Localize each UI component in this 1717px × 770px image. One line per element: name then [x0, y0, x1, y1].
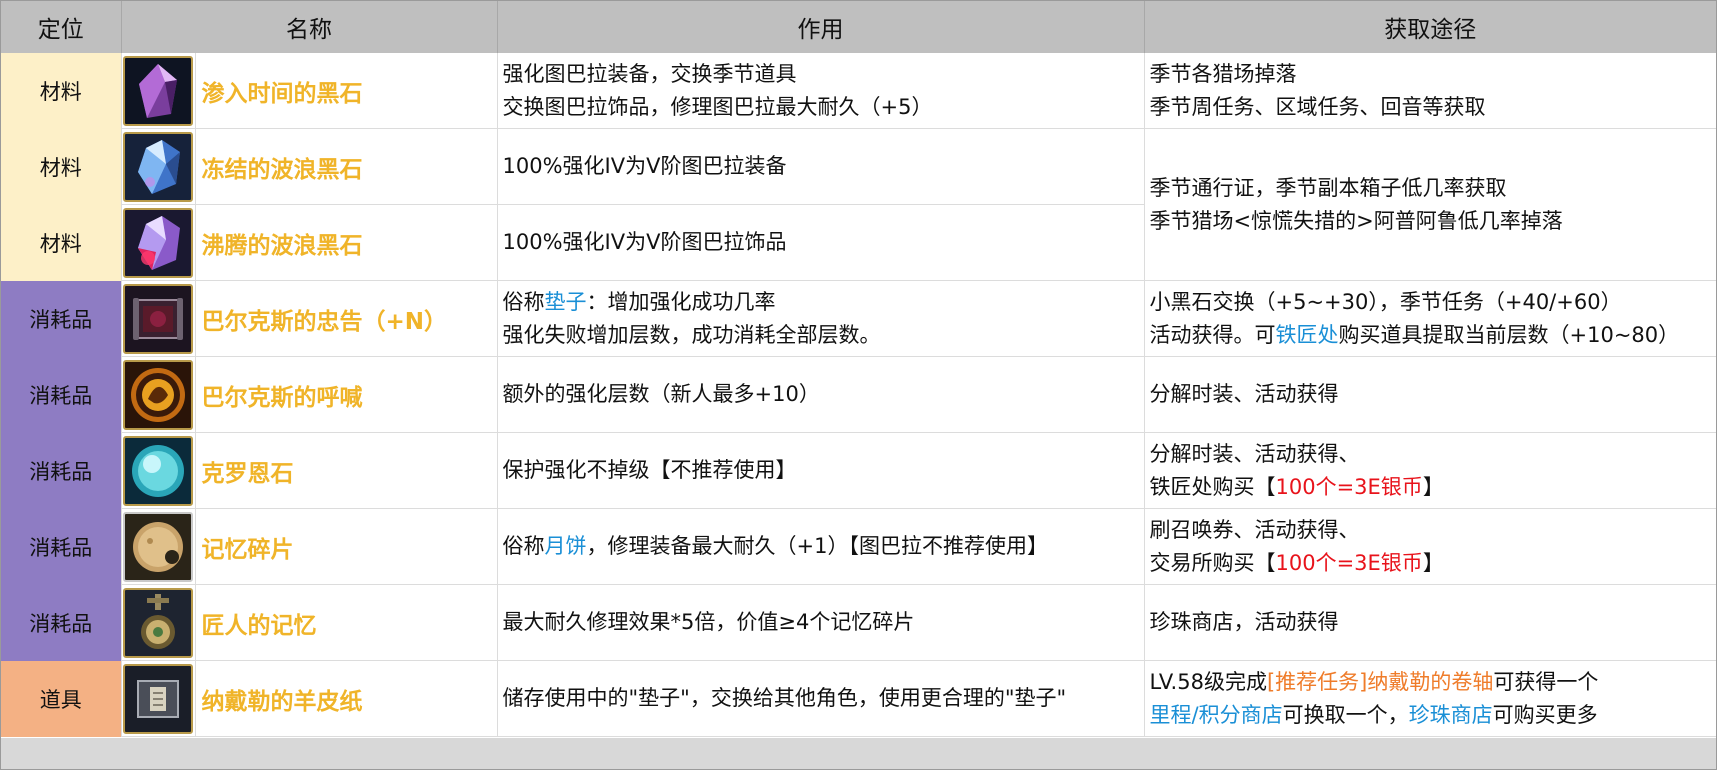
- type-cell: 材料: [1, 204, 122, 281]
- source-cell: 刷召唤券、活动获得、 交易所购买【100个=3E银币】: [1144, 508, 1716, 585]
- type-cell: 消耗品: [1, 356, 122, 433]
- item-name: 巴尔克斯的忠告（+N）: [195, 280, 498, 357]
- item-name: 匠人的记忆: [195, 584, 498, 661]
- fire-orb-icon: [123, 359, 193, 430]
- effect-cell: 强化图巴拉装备，交换季节道具 交换图巴拉饰品，修理图巴拉最大耐久（+5）: [497, 53, 1145, 129]
- effect-cell: 100%强化IV为Ⅴ阶图巴拉装备: [497, 128, 1145, 205]
- item-name: 巴尔克斯的呼喊: [195, 356, 498, 433]
- mileage-shop-link[interactable]: 里程/积分商店: [1150, 703, 1283, 727]
- pearl-shop-link[interactable]: 珍珠商店: [1409, 703, 1493, 727]
- header-effect: 作用: [497, 1, 1145, 53]
- moon-cake-icon: [123, 511, 193, 582]
- effect-line: 强化图巴拉装备，交换季节道具: [502, 61, 797, 86]
- effect-cell: 保护强化不掉级【不推荐使用】: [497, 432, 1145, 509]
- source-line: 季节各猎场掉落: [1149, 61, 1297, 86]
- source-cell: LV.58级完成[推荐任务]纳戴勒的卷轴可获得一个 里程/积分商店可换取一个，珍…: [1144, 660, 1716, 737]
- effect-line: 100%强化IV为Ⅴ阶图巴拉饰品: [502, 230, 787, 254]
- table-row: 材料 冻结的波浪黑石 100%强化IV为Ⅴ阶图巴拉装备 季节通行证，季节副本箱子…: [1, 128, 1716, 281]
- type-cell: 材料: [1, 128, 122, 205]
- nickname-highlight: 垫子: [544, 289, 587, 314]
- effect-cell: 额外的强化层数（新人最多+10）: [497, 356, 1145, 433]
- effect-cell: 最大耐久修理效果*5倍，价值≥4个记忆碎片: [497, 584, 1145, 661]
- effect-line: 强化失败增加层数，成功消耗全部层数。: [502, 322, 881, 347]
- source-line: 里程/积分商店可换取一个，珍珠商店可购买更多: [1149, 702, 1598, 727]
- source-line: 分解时装、活动获得、: [1149, 441, 1360, 466]
- header-type: 定位: [1, 1, 122, 53]
- effect-line: 储存使用中的"垫子"，交换给其他角色，使用更合理的"垫子": [502, 686, 1067, 710]
- type-cell: 道具: [1, 660, 122, 737]
- effect-line: 交换图巴拉饰品，修理图巴拉最大耐久（+5）: [502, 94, 933, 119]
- item-name: 克罗恩石: [195, 432, 498, 509]
- quest-link[interactable]: [推荐任务]纳戴勒的卷轴: [1267, 670, 1493, 694]
- nickname-highlight: 月饼: [544, 534, 587, 558]
- footer-bar: [1, 738, 1716, 769]
- source-cell: 分解时装、活动获得、 铁匠处购买【100个=3E银币】: [1144, 432, 1716, 509]
- header-row: 定位 名称 作用 获取途径: [1, 1, 1716, 53]
- source-line: 季节周任务、区域任务、回音等获取: [1149, 94, 1486, 119]
- blacksmith-link[interactable]: 铁匠处: [1276, 323, 1339, 347]
- source-line: LV.58级完成[推荐任务]纳戴勒的卷轴可获得一个: [1149, 669, 1599, 694]
- effect-line: 俗称垫子：增加强化成功几率: [502, 289, 776, 314]
- type-cell: 消耗品: [1, 508, 122, 585]
- table-row: 消耗品 巴尔克斯的呼喊 额外的强化层数（新人最多+10） 分解时装、活动获得: [1, 356, 1716, 433]
- type-cell: 消耗品: [1, 432, 122, 509]
- item-name-suffix: （+N）: [362, 308, 448, 335]
- source-cell-shared: 季节通行证，季节副本箱子低几率获取 季节猎场<惊慌失措的>阿普阿鲁低几率掉落: [1144, 128, 1716, 281]
- table-row: 消耗品 记忆碎片 俗称月饼，修理装备最大耐久（+1）【图巴拉不推荐使用】 刷召唤…: [1, 508, 1716, 585]
- effect-line: 100%强化IV为Ⅴ阶图巴拉装备: [502, 154, 787, 178]
- item-name: 纳戴勒的羊皮纸: [195, 660, 498, 737]
- price-highlight: 100个=3E银币: [1275, 474, 1423, 499]
- source-line: 交易所购买【100个=3E银币】: [1149, 550, 1444, 575]
- effect-line: 俗称月饼，修理装备最大耐久（+1）【图巴拉不推荐使用】: [502, 534, 1048, 558]
- type-cell: 消耗品: [1, 280, 122, 357]
- effect-line: 额外的强化层数（新人最多+10）: [502, 382, 820, 406]
- table-row: 材料 渗入时间的黑石 强化图巴拉装备，交换季节道具 交换图巴拉饰品，修理图巴拉最…: [1, 53, 1716, 129]
- source-line: 珍珠商店，活动获得: [1149, 610, 1339, 634]
- source-line: 铁匠处购买【100个=3E银币】: [1149, 474, 1444, 499]
- source-cell: 季节各猎场掉落 季节周任务、区域任务、回音等获取: [1144, 53, 1716, 129]
- table-row: 道具 纳戴勒的羊皮纸 储存使用中的"垫子"，交换给其他角色，使用更合理的"垫子": [1, 660, 1716, 737]
- price-highlight: 100个=3E银币: [1275, 550, 1423, 575]
- scroll-advice-icon: [123, 283, 193, 354]
- table-row: 消耗品 匠人的记忆 最大耐久修理效果*5倍，价值≥4个记忆碎片 珍珠商店，活动获…: [1, 584, 1716, 661]
- source-line: 活动获得。可铁匠处购买道具提取当前层数（+10~80）: [1149, 322, 1680, 347]
- source-line: 季节通行证，季节副本箱子低几率获取: [1149, 175, 1507, 200]
- type-cell: 消耗品: [1, 584, 122, 661]
- red-wave-crystal-icon: [123, 207, 193, 278]
- effect-cell: 俗称月饼，修理装备最大耐久（+1）【图巴拉不推荐使用】: [497, 508, 1145, 585]
- effect-cell: 100%强化IV为Ⅴ阶图巴拉饰品: [497, 204, 1145, 281]
- cyan-orb-icon: [123, 435, 193, 506]
- item-name: 渗入时间的黑石: [195, 53, 498, 129]
- type-cell: 材料: [1, 53, 122, 129]
- effect-cell: 俗称垫子：增加强化成功几率 强化失败增加层数，成功消耗全部层数。: [497, 280, 1145, 357]
- parchment-icon: [123, 663, 193, 734]
- source-line: 小黑石交换（+5~+30），季节任务（+40/+60）: [1149, 289, 1622, 314]
- item-name: 记忆碎片: [195, 508, 498, 585]
- table-row: 消耗品 克罗恩石 保护强化不掉级【不推荐使用】 分解时装、活动获得、 铁匠处购买…: [1, 432, 1716, 509]
- item-name: 冻结的波浪黑石: [195, 128, 498, 205]
- effect-line: 最大耐久修理效果*5倍，价值≥4个记忆碎片: [502, 610, 915, 634]
- item-name: 沸腾的波浪黑石: [195, 204, 498, 281]
- header-source: 获取途径: [1144, 1, 1716, 53]
- pendant-icon: [123, 587, 193, 658]
- source-line: 季节猎场<惊慌失措的>阿普阿鲁低几率掉落: [1149, 208, 1563, 233]
- header-name: 名称: [121, 1, 498, 53]
- source-line: 分解时装、活动获得: [1149, 382, 1339, 406]
- effect-line: 保护强化不掉级【不推荐使用】: [502, 458, 797, 482]
- source-cell: 分解时装、活动获得: [1144, 356, 1716, 433]
- item-table-frame: 定位 名称 作用 获取途径 材料 渗入时间的黑石 强化图巴拉装备，交换季节道具 …: [0, 0, 1717, 770]
- source-cell: 珍珠商店，活动获得: [1144, 584, 1716, 661]
- blue-wave-crystal-icon: [123, 131, 193, 202]
- effect-cell: 储存使用中的"垫子"，交换给其他角色，使用更合理的"垫子": [497, 660, 1145, 737]
- item-table: 定位 名称 作用 获取途径 材料 渗入时间的黑石 强化图巴拉装备，交换季节道具 …: [1, 1, 1716, 737]
- source-line: 刷召唤券、活动获得、: [1149, 517, 1360, 542]
- source-cell: 小黑石交换（+5~+30），季节任务（+40/+60） 活动获得。可铁匠处购买道…: [1144, 280, 1716, 357]
- table-row: 消耗品 巴尔克斯的忠告（+N） 俗称垫子：增加强化成功几率 强化失败增加层数，成…: [1, 280, 1716, 357]
- purple-crystal-icon: [123, 55, 193, 126]
